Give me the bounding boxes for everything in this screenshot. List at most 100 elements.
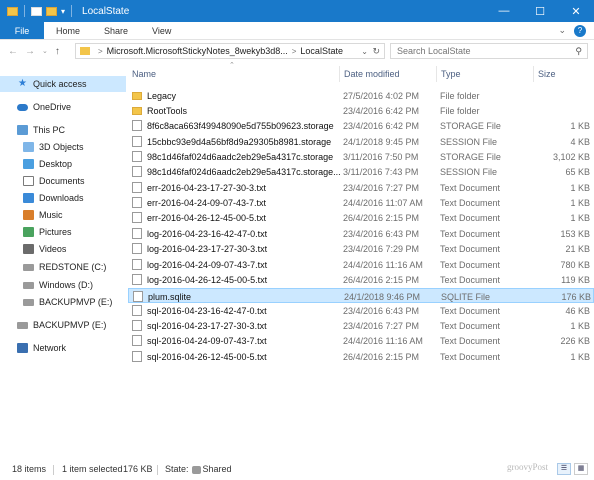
breadcrumb-parent[interactable]: Microsoft.MicrosoftStickyNotes_8wekyb3d8… (107, 46, 288, 56)
file-name: 8f6c8aca663f49948090e5d755b09623.storage (147, 120, 334, 131)
list-item[interactable]: err-2016-04-26-12-45-00-5.txt 26/4/2016 … (128, 210, 594, 225)
nav-pictures[interactable]: Pictures (0, 224, 126, 240)
item-count: 18 items (12, 464, 47, 474)
list-item[interactable]: 98c1d46faf024d6aadc2eb29e5a4317c.storage… (128, 164, 594, 179)
file-name: plum.sqlite (148, 291, 192, 302)
file-type: STORAGE File (440, 151, 501, 162)
file-type: SQLITE File (441, 291, 491, 302)
list-item[interactable]: RootTools 23/4/2016 6:42 PM File folder (128, 103, 594, 118)
back-arrow-icon[interactable]: ← (8, 46, 18, 57)
list-item[interactable]: 8f6c8aca663f49948090e5d755b09623.storage… (128, 118, 594, 133)
properties-icon[interactable] (31, 6, 42, 16)
recent-locations-icon[interactable]: ⌄ (42, 47, 48, 55)
list-item[interactable]: err-2016-04-23-17-27-30-3.txt 23/4/2016 … (128, 180, 594, 195)
file-icon (132, 120, 142, 131)
customize-toolbar-icon[interactable]: ▾ (61, 7, 65, 16)
file-name: 15cbbc93e9d4a56bf8d9a29305b8981.storage (147, 136, 332, 147)
close-button[interactable]: ✕ (558, 0, 594, 22)
nav-label: 3D Objects (39, 142, 84, 152)
list-item[interactable]: sql-2016-04-26-12-45-00-5.txt 26/4/2016 … (128, 349, 594, 364)
nav-label: Desktop (39, 159, 73, 169)
help-icon[interactable]: ? (574, 24, 586, 37)
up-arrow-icon[interactable]: ↑ (55, 46, 60, 57)
column-header-size[interactable]: Size (538, 66, 588, 82)
tab-home[interactable]: Home (44, 22, 92, 39)
list-item[interactable]: sql-2016-04-23-17-27-30-3.txt 23/4/2016 … (128, 318, 594, 333)
file-date: 24/4/2016 11:16 AM (343, 259, 423, 270)
tab-file[interactable]: File (0, 22, 44, 39)
column-header-name[interactable]: Name (132, 66, 340, 82)
search-icon: ⚲ (575, 46, 582, 56)
list-item[interactable]: err-2016-04-24-09-07-43-7.txt 24/4/2016 … (128, 195, 594, 210)
list-item[interactable]: sql-2016-04-24-09-07-43-7.txt 24/4/2016 … (128, 333, 594, 348)
file-type: Text Document (440, 274, 501, 285)
file-date: 23/4/2016 7:27 PM (343, 320, 420, 331)
file-type: Text Document (440, 197, 501, 208)
list-item[interactable]: sql-2016-04-23-16-42-47-0.txt 23/4/2016 … (128, 303, 594, 318)
large-icons-view-icon[interactable]: ▦ (574, 463, 588, 475)
list-item[interactable]: log-2016-04-26-12-45-00-5.txt 26/4/2016 … (128, 272, 594, 287)
nav-drive-e[interactable]: BACKUPMVP (E:) (0, 294, 126, 310)
expand-ribbon-icon[interactable]: ⌄ (558, 25, 566, 36)
breadcrumb-current[interactable]: LocalState (300, 46, 343, 56)
nav-drive-e-root[interactable]: BACKUPMVP (E:) (0, 317, 126, 333)
file-type: Text Document (440, 243, 501, 254)
nav-videos[interactable]: Videos (0, 241, 126, 257)
nav-3d-objects[interactable]: 3D Objects (0, 139, 126, 155)
file-name: RootTools (147, 105, 188, 116)
search-input[interactable] (395, 45, 565, 57)
list-item[interactable]: Legacy 27/5/2016 4:02 PM File folder (128, 88, 594, 103)
file-size (528, 103, 590, 118)
minimize-button[interactable]: — (486, 0, 522, 22)
refresh-icon[interactable]: ↻ (372, 46, 380, 57)
file-type: Text Document (440, 335, 501, 346)
list-item-selected[interactable]: plum.sqlite 24/1/2018 9:46 PM SQLITE Fil… (128, 288, 594, 303)
column-header-type[interactable]: Type (441, 66, 533, 82)
list-item[interactable]: log-2016-04-24-09-07-43-7.txt 24/4/2016 … (128, 257, 594, 272)
file-size: 1 KB (570, 320, 590, 331)
nav-quick-access[interactable]: ★ Quick access (0, 76, 126, 92)
chevron-down-icon[interactable]: ⌄ (361, 47, 368, 56)
network-icon (17, 343, 28, 353)
file-date: 23/4/2016 6:42 PM (343, 105, 420, 116)
nav-network[interactable]: Network (0, 340, 126, 356)
file-icon (132, 320, 142, 331)
file-date: 26/4/2016 2:15 PM (343, 274, 420, 285)
chevron-right-icon[interactable]: > (292, 47, 297, 56)
search-box[interactable]: ⚲ (390, 43, 588, 59)
file-name: sql-2016-04-23-16-42-47-0.txt (147, 305, 267, 316)
tab-share[interactable]: Share (92, 22, 140, 39)
nav-this-pc[interactable]: This PC (0, 122, 126, 138)
column-header-date[interactable]: Date modified (344, 66, 438, 82)
list-item[interactable]: 98c1d46faf024d6aadc2eb29e5a4317c.storage… (128, 149, 594, 164)
nav-downloads[interactable]: Downloads (0, 190, 126, 206)
tab-view[interactable]: View (140, 22, 183, 39)
chevron-right-icon[interactable]: > (98, 47, 103, 56)
address-bar[interactable]: > Microsoft.MicrosoftStickyNotes_8wekyb3… (75, 43, 385, 59)
list-item[interactable]: log-2016-04-23-17-27-30-3.txt 23/4/2016 … (128, 241, 594, 256)
list-item[interactable]: log-2016-04-23-16-42-47-0.txt 23/4/2016 … (128, 226, 594, 241)
file-icon (132, 182, 142, 193)
shared-icon (191, 465, 201, 474)
file-date: 24/4/2016 11:16 AM (343, 335, 423, 346)
forward-arrow-icon[interactable]: → (25, 46, 35, 57)
maximize-button[interactable]: ☐ (522, 0, 558, 22)
list-item[interactable]: 15cbbc93e9d4a56bf8d9a29305b8981.storage … (128, 134, 594, 149)
file-icon (132, 212, 142, 223)
nav-onedrive[interactable]: OneDrive (0, 99, 126, 115)
file-size: 65 KB (565, 166, 590, 177)
details-view-icon[interactable]: ☰ (557, 463, 571, 475)
drive-icon (23, 263, 34, 271)
file-size (528, 88, 590, 103)
nav-desktop[interactable]: Desktop (0, 156, 126, 172)
nav-music[interactable]: Music (0, 207, 126, 223)
file-icon (132, 136, 142, 147)
file-type: Text Document (440, 212, 501, 223)
new-folder-icon[interactable] (46, 6, 57, 16)
file-date: 3/11/2016 7:43 PM (343, 166, 419, 177)
nav-documents[interactable]: Documents (0, 173, 126, 189)
nav-drive-d[interactable]: Windows (D:) (0, 277, 126, 293)
file-size: 1 KB (570, 182, 590, 193)
file-icon (132, 259, 142, 270)
nav-drive-c[interactable]: REDSTONE (C:) (0, 259, 126, 275)
